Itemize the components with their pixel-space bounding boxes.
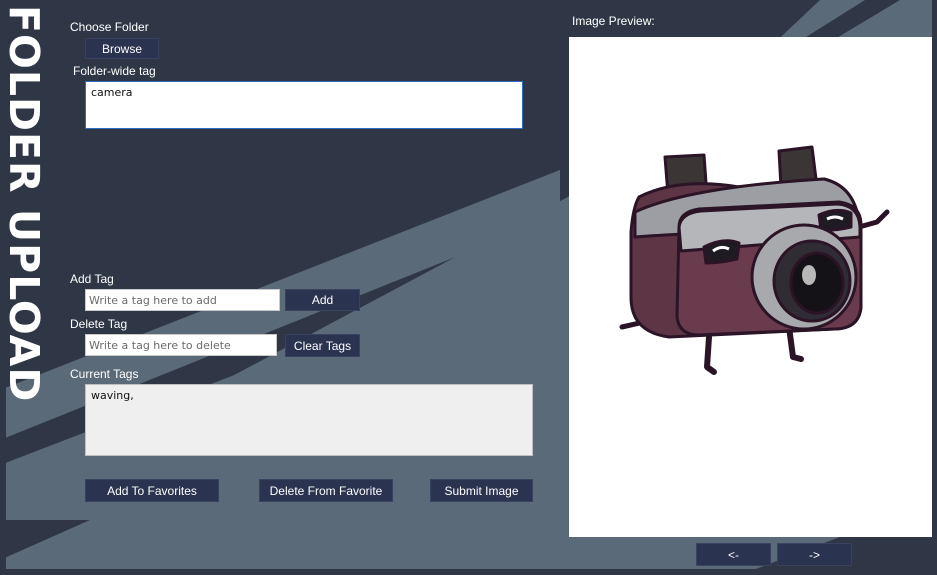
delete-from-favorite-button[interactable]: Delete From Favorite: [259, 479, 393, 502]
image-preview-label: Image Preview:: [572, 14, 655, 28]
image-preview: [569, 37, 932, 537]
add-tag-label: Add Tag: [70, 272, 114, 286]
clear-tags-button[interactable]: Clear Tags: [285, 334, 360, 357]
add-tag-button[interactable]: Add: [285, 289, 360, 311]
current-tags-box[interactable]: waving,: [85, 384, 533, 456]
choose-folder-label: Choose Folder: [70, 20, 149, 34]
delete-tag-label: Delete Tag: [70, 317, 128, 331]
delete-tag-input[interactable]: [85, 334, 277, 356]
add-to-favorites-button[interactable]: Add To Favorites: [85, 479, 219, 502]
next-button[interactable]: ->: [777, 543, 852, 566]
submit-image-button[interactable]: Submit Image: [430, 479, 533, 502]
camera-mascot-image: [619, 145, 890, 375]
folder-wide-tag-input[interactable]: camera: [85, 81, 523, 129]
add-tag-input[interactable]: [85, 289, 280, 311]
browse-button[interactable]: Browse: [85, 38, 159, 59]
side-title: FOLDER UPLOAD: [0, 5, 48, 403]
folder-wide-tag-label: Folder-wide tag: [73, 64, 156, 78]
previous-button[interactable]: <-: [696, 543, 771, 566]
current-tags-label: Current Tags: [70, 367, 139, 381]
